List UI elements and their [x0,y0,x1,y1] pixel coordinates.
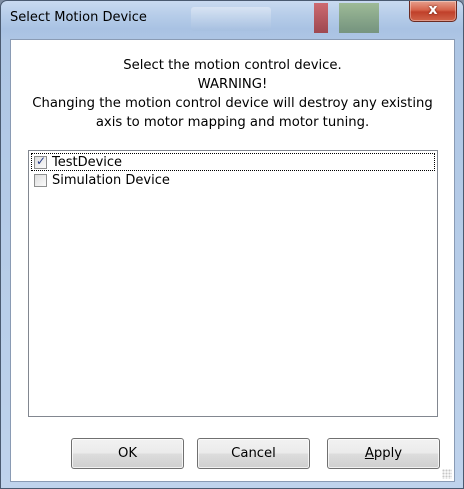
testdevice-checkbox[interactable]: ✓ [34,153,47,169]
title-bar-reflection [191,7,271,31]
list-item-testdevice[interactable]: ✓ TestDevice [31,153,435,171]
title-bar[interactable]: Select Motion Device x [1,1,463,39]
checkmark-icon: ✓ [36,153,47,168]
warning-heading: WARNING! [197,77,268,92]
instruction-line: Select the motion control device. [123,58,342,73]
device-list[interactable]: ✓ TestDevice Simulation Device [28,150,438,417]
apply-accelerator: A [364,446,374,461]
warning-line: axis to motor mapping and motor tuning. [95,115,370,130]
dialog-body: Select the motion control device. WARNIN… [10,39,455,482]
dialog-window: Select Motion Device x Select the motion… [0,0,464,489]
instruction-message: Select the motion control device. WARNIN… [11,56,454,132]
simulation-device-checkbox[interactable] [34,173,47,187]
ok-button[interactable]: OK [71,438,184,469]
close-icon: x [428,2,438,18]
close-button[interactable]: x [409,1,457,22]
apply-button[interactable]: Apply [327,438,440,469]
list-item-simulation-device[interactable]: Simulation Device [31,171,435,189]
warning-line: Changing the motion control device will … [32,96,433,111]
list-item-label: TestDevice [52,154,123,170]
title-bar-reflection [339,3,379,33]
cancel-button[interactable]: Cancel [197,438,310,469]
list-item-label: Simulation Device [52,172,170,188]
resize-grip-icon[interactable] [442,469,452,479]
window-title: Select Motion Device [10,10,147,25]
apply-label: pply [373,446,403,461]
title-bar-reflection [314,3,328,33]
